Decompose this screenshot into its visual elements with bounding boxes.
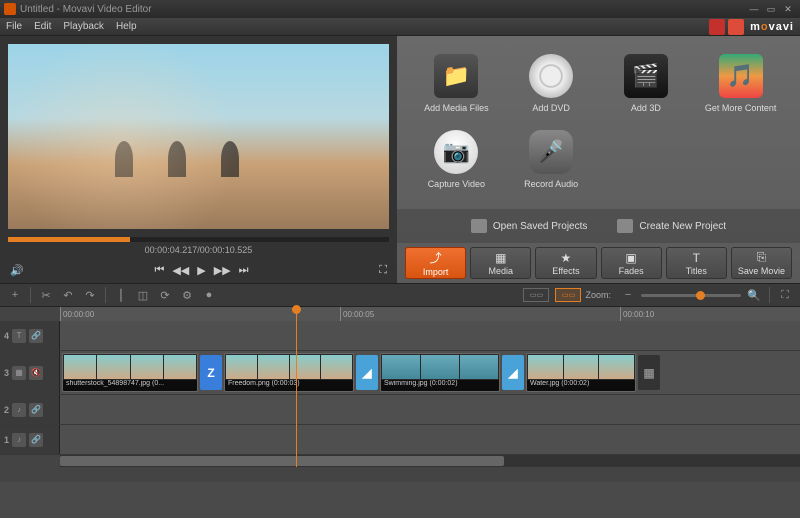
link-icon[interactable]: 🔗	[29, 329, 43, 343]
transition-end[interactable]: ▦	[638, 355, 660, 390]
cut-button[interactable]: ✂	[37, 286, 55, 304]
dvd-icon	[529, 54, 573, 98]
youtube-icon[interactable]	[709, 19, 725, 35]
transition-z[interactable]: Z	[200, 355, 222, 390]
audio-track-icon: ♪	[12, 403, 26, 417]
track-body-2[interactable]	[60, 395, 800, 424]
record-audio-button[interactable]: 🎤 Record Audio	[506, 130, 597, 202]
track-titles: 4T🔗	[0, 321, 800, 351]
tab-media[interactable]: ▦Media	[470, 247, 531, 279]
tab-fades[interactable]: ▣Fades	[601, 247, 662, 279]
capture-video-button[interactable]: 📷 Capture Video	[411, 130, 502, 202]
webcam-icon: 📷	[434, 130, 478, 174]
zoom-label: Zoom:	[585, 290, 611, 300]
zoom-in-button[interactable]: 🔍	[745, 286, 763, 304]
record-voiceover-button[interactable]: ●	[200, 286, 218, 304]
microphone-icon: 🎤	[529, 130, 573, 174]
fit-button[interactable]: ⛶	[776, 286, 794, 304]
crop-button[interactable]: ◫	[134, 286, 152, 304]
rotate-button[interactable]: ⟳	[156, 286, 174, 304]
import-icon: ⤴	[430, 249, 442, 266]
text-track-icon: T	[12, 329, 26, 343]
preview-pane: 00:00:04.217 / 00:00:10.525 🔊 ⏮ ◀◀ ▶ ▶▶ …	[0, 36, 397, 283]
clip-freedom[interactable]: Freedom.png (0:00:03)	[224, 353, 354, 392]
close-button[interactable]: ✕	[780, 2, 796, 16]
transition-2[interactable]: ◢	[356, 355, 378, 390]
titles-icon: T	[693, 251, 700, 265]
properties-button[interactable]: ⚙	[178, 286, 196, 304]
forward-button[interactable]: ▶▶	[214, 264, 231, 277]
horizontal-scrollbar[interactable]	[60, 455, 800, 467]
menu-file[interactable]: File	[6, 21, 22, 32]
track-body-1[interactable]	[60, 425, 800, 454]
menubar: File Edit Playback Help movavi	[0, 18, 800, 36]
play-button[interactable]: ▶	[197, 264, 205, 277]
get-more-button[interactable]: 🎵 Get More Content	[695, 54, 786, 126]
undo-button[interactable]: ↶	[59, 286, 77, 304]
menu-help[interactable]: Help	[116, 21, 137, 32]
tab-effects[interactable]: ★Effects	[535, 247, 596, 279]
track-body-4[interactable]	[60, 321, 800, 350]
effects-icon: ★	[561, 251, 572, 265]
track-audio-1: 2♪🔗	[0, 395, 800, 425]
zoom-out-button[interactable]: −	[619, 286, 637, 304]
tab-import[interactable]: ⤴Import	[405, 247, 466, 279]
minimize-button[interactable]: —	[746, 2, 762, 16]
add-dvd-button[interactable]: Add DVD	[506, 54, 597, 126]
link-icon-3[interactable]: 🔗	[29, 433, 43, 447]
playhead[interactable]	[296, 307, 297, 467]
media-icon: ▦	[495, 251, 506, 265]
folder-icon: 📁	[434, 54, 478, 98]
mute-icon[interactable]: 🔇	[29, 366, 43, 380]
scrubber[interactable]	[8, 237, 389, 242]
clip-swimming[interactable]: Swimming.jpg (0:00:02)	[380, 353, 500, 392]
googleplus-icon[interactable]	[728, 19, 744, 35]
split-button[interactable]: ⎮	[112, 286, 130, 304]
rewind-button[interactable]: ◀◀	[172, 264, 189, 277]
create-new-button[interactable]: Create New Project	[617, 219, 726, 233]
maximize-button[interactable]: ▭	[763, 2, 779, 16]
menu-edit[interactable]: Edit	[34, 21, 51, 32]
zoom-slider[interactable]	[641, 294, 741, 297]
link-icon-2[interactable]: 🔗	[29, 403, 43, 417]
tab-save[interactable]: ⎘Save Movie	[731, 247, 792, 279]
time-display: 00:00:04.217 / 00:00:10.525	[0, 242, 397, 258]
save-icon: ⎘	[757, 250, 767, 265]
titlebar: Untitled - Movavi Video Editor — ▭ ✕	[0, 0, 800, 18]
audio-track-icon-2: ♪	[12, 433, 26, 447]
new-doc-icon	[617, 219, 633, 233]
open-folder-icon	[471, 219, 487, 233]
track-audio-2: 1♪🔗	[0, 425, 800, 455]
add-track-button[interactable]: +	[6, 286, 24, 304]
glasses-3d-icon: 🎬	[624, 54, 668, 98]
redo-button[interactable]: ↷	[81, 286, 99, 304]
next-button[interactable]: ⏭	[239, 264, 249, 277]
open-saved-button[interactable]: Open Saved Projects	[471, 219, 588, 233]
video-track-icon: ▦	[12, 366, 26, 380]
clip-water[interactable]: Water.jpg (0:00:02)	[526, 353, 636, 392]
brand-logo: movavi	[750, 21, 794, 33]
timeline: 00:00:00 00:00:05 00:00:10 4T🔗 3▦🔇 shutt…	[0, 307, 800, 482]
preset-2[interactable]: ▭▭	[555, 288, 581, 302]
add-3d-button[interactable]: 🎬 Add 3D	[601, 54, 692, 126]
timeline-toolbar: + ✂ ↶ ↷ ⎮ ◫ ⟳ ⚙ ● ▭▭ ▭▭ Zoom: − 🔍 ⛶	[0, 283, 800, 307]
actions-pane: 📁 Add Media Files Add DVD 🎬 Add 3D 🎵 Get…	[397, 36, 800, 283]
tab-titles[interactable]: TTitles	[666, 247, 727, 279]
menu-playback[interactable]: Playback	[63, 21, 104, 32]
clip-shutterstock[interactable]: shutterstock_54898747.jpg (0...	[62, 353, 198, 392]
track-video: 3▦🔇 shutterstock_54898747.jpg (0... Z Fr…	[0, 351, 800, 395]
transition-3[interactable]: ◢	[502, 355, 524, 390]
preset-1[interactable]: ▭▭	[523, 288, 549, 302]
music-icon: 🎵	[719, 54, 763, 98]
time-ruler[interactable]: 00:00:00 00:00:05 00:00:10	[60, 307, 800, 321]
fullscreen-button[interactable]: ⛶	[379, 264, 387, 277]
window-title: Untitled - Movavi Video Editor	[20, 4, 152, 15]
volume-icon[interactable]: 🔊	[10, 264, 24, 277]
prev-button[interactable]: ⏮	[154, 264, 164, 277]
fades-icon: ▣	[625, 251, 636, 265]
app-icon	[4, 3, 16, 15]
track-body-3[interactable]: shutterstock_54898747.jpg (0... Z Freedo…	[60, 351, 800, 394]
video-preview[interactable]	[8, 44, 389, 229]
add-media-button[interactable]: 📁 Add Media Files	[411, 54, 502, 126]
